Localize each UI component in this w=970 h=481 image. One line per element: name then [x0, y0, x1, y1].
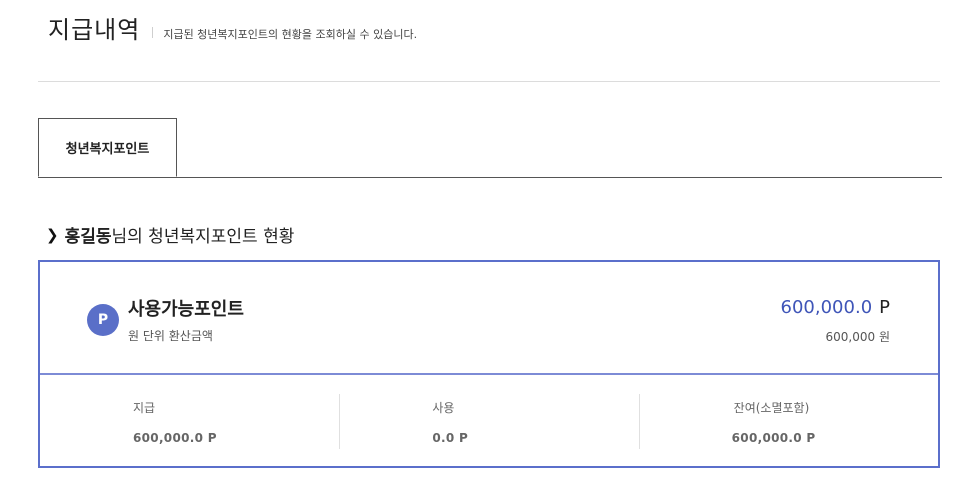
stat-paid: 지급 600,000.0 P	[40, 375, 339, 468]
page-description: 지급된 청년복지포인트의 현황을 조회하실 수 있습니다.	[163, 28, 418, 41]
stat-label: 잔여(소멸포함)	[733, 401, 810, 415]
points-badge-icon: P	[87, 304, 119, 336]
tab-bar-line	[38, 177, 942, 178]
section-heading-suffix: 님의 청년복지포인트 현황	[111, 227, 295, 247]
points-breakdown: 지급 600,000.0 P 사용 0.0 P 잔여(소멸포함) 600,000…	[40, 375, 938, 468]
page-title: 지급내역	[48, 16, 141, 44]
stat-balance: 잔여(소멸포함) 600,000.0 P	[638, 375, 938, 468]
stat-value: 0.0 P	[432, 431, 469, 445]
won-amount: 600,000 원	[825, 330, 890, 344]
stat-value: 600,000.0 P	[731, 431, 816, 445]
page: 지급내역 지급된 청년복지포인트의 현황을 조회하실 수 있습니다. 청년복지포…	[0, 0, 970, 481]
section-heading: ❯ 홍길동 님의 청년복지포인트 현황	[46, 222, 295, 248]
available-points-number: 600,000.0	[780, 297, 873, 318]
stat-label: 지급	[133, 401, 156, 415]
user-name: 홍길동	[64, 227, 112, 247]
chevron-right-icon: ❯	[46, 225, 59, 244]
tab-youth-welfare-points[interactable]: 청년복지포인트	[38, 118, 177, 177]
available-points-panel: P 사용가능포인트 원 단위 환산금액 600,000.0 P 600,000 …	[40, 262, 938, 375]
available-points-label: 사용가능포인트	[128, 299, 244, 320]
page-header: 지급내역 지급된 청년복지포인트의 현황을 조회하실 수 있습니다.	[48, 10, 417, 50]
stat-used: 사용 0.0 P	[339, 375, 638, 468]
title-divider	[152, 27, 154, 38]
available-points-value: 600,000.0 P	[781, 297, 890, 318]
points-summary-card: P 사용가능포인트 원 단위 환산금액 600,000.0 P 600,000 …	[38, 260, 940, 468]
won-conversion-label: 원 단위 환산금액	[128, 329, 213, 343]
header-divider	[38, 81, 940, 82]
available-points-unit: P	[879, 297, 890, 318]
stat-value: 600,000.0 P	[133, 431, 217, 445]
stat-label: 사용	[432, 401, 455, 415]
